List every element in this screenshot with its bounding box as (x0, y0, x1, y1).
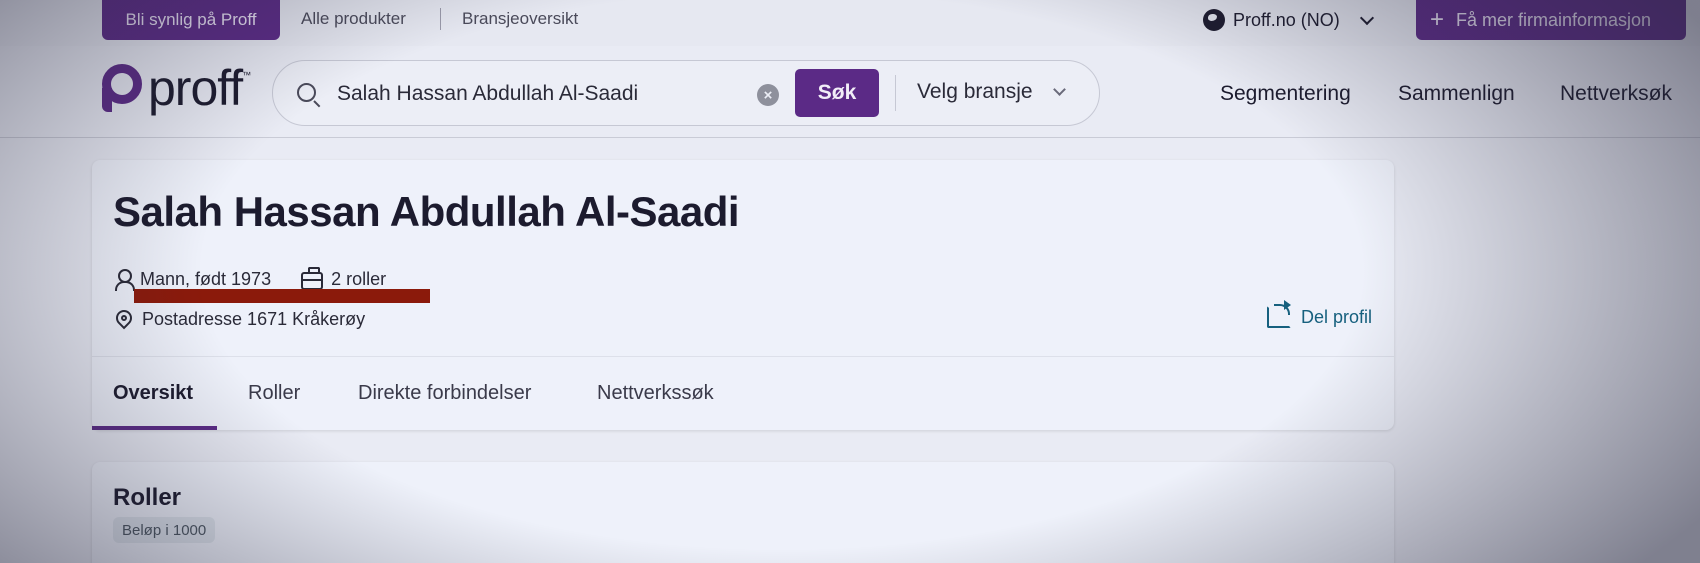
industry-select[interactable]: Velg bransje (917, 80, 1066, 104)
globe-icon (1203, 9, 1225, 31)
more-company-info-button[interactable]: + Få mer firmainformasjon (1416, 0, 1686, 40)
tab-overview[interactable]: Oversikt (113, 382, 193, 405)
search-button[interactable]: Søk (795, 69, 879, 117)
plus-icon: + (1430, 6, 1445, 33)
logo-wordmark: proff (148, 60, 243, 116)
clear-search-icon[interactable]: × (757, 84, 779, 106)
postal-address: Postadresse 1671 Kråkerøy (142, 309, 366, 329)
nav-segmentation[interactable]: Segmentering (1220, 82, 1351, 106)
share-profile-label: Del profil (1300, 306, 1372, 327)
profile-meta-row: Mann, født 1973 2 roller (114, 266, 386, 291)
proff-logo[interactable]: proff ™ (102, 60, 252, 116)
tab-network-search[interactable]: Nettverkssøk (597, 382, 714, 405)
tab-roles[interactable]: Roller (248, 382, 300, 405)
all-products-link[interactable]: Alle produkter (301, 9, 406, 29)
roles-card: Roller Beløp i 1000 (92, 462, 1394, 563)
top-utility-bar: Bli synlig på Proff Alle produkter Brans… (0, 0, 1700, 46)
location-pin-icon (112, 306, 136, 329)
main-header: proff ™ × Søk Velg bransje Segmentering … (0, 46, 1700, 138)
search-separator (895, 75, 896, 111)
chevron-down-icon (1359, 10, 1374, 25)
search-input[interactable] (337, 80, 717, 108)
share-icon (1266, 300, 1291, 328)
redaction-bar (134, 289, 430, 303)
proff-logo-icon (102, 64, 142, 116)
locale-selector[interactable]: Proff.no (NO) (1203, 6, 1374, 34)
nav-network-search[interactable]: Nettverksøk (1560, 82, 1672, 106)
profile-name: Salah Hassan Abdullah Al-Saadi (113, 188, 740, 235)
tab-direct-connections[interactable]: Direkte forbindelser (358, 382, 531, 405)
address-row: Postadresse 1671 Kråkerøy (112, 306, 366, 330)
active-tab-indicator (92, 426, 217, 430)
search-icon (297, 83, 316, 102)
gender-born: Mann, født 1973 (140, 268, 272, 289)
more-company-info-label: Få mer firmainformasjon (1456, 9, 1652, 30)
industry-select-label: Velg bransje (917, 80, 1033, 103)
locale-label: Proff.no (NO) (1233, 9, 1340, 30)
nav-compare[interactable]: Sammenlign (1398, 82, 1515, 106)
amount-unit-chip: Beløp i 1000 (113, 517, 216, 543)
briefcase-icon (301, 266, 324, 290)
chevron-down-icon (1052, 83, 1066, 96)
search-bar: × Søk Velg bransje (272, 60, 1100, 126)
person-icon (114, 268, 135, 291)
logo-trademark: ™ (242, 70, 252, 80)
top-separator (440, 8, 441, 30)
share-profile-button[interactable]: Del profil (1266, 300, 1372, 328)
roles-count[interactable]: 2 roller (331, 269, 386, 290)
card-divider (92, 356, 1394, 357)
roles-title: Roller (113, 484, 182, 511)
become-visible-button[interactable]: Bli synlig på Proff (102, 0, 280, 40)
profile-card: Salah Hassan Abdullah Al-Saadi Mann, fød… (92, 160, 1394, 430)
industry-overview-link[interactable]: Bransjeoversikt (462, 9, 578, 29)
